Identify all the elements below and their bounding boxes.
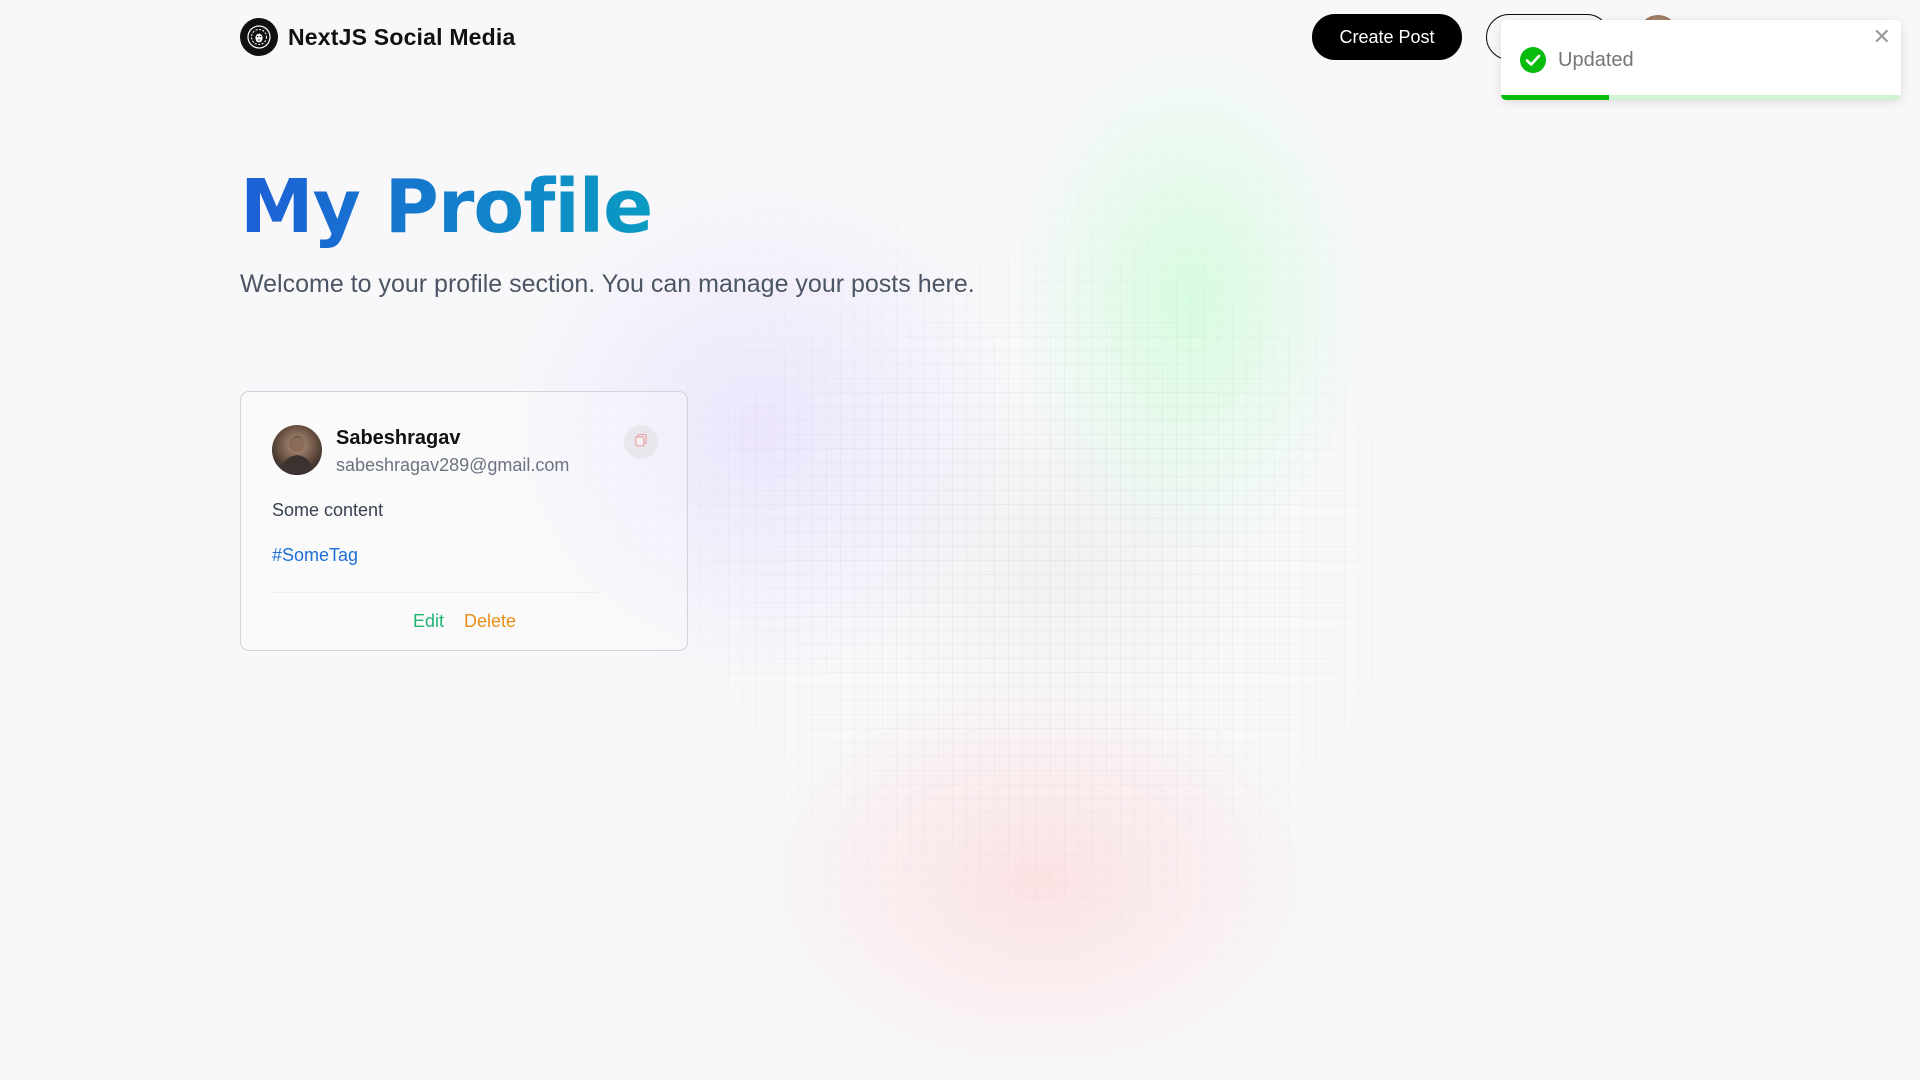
- navbar: NextJS Social Media Create Post: [240, 14, 1680, 62]
- post-content: Some content: [272, 500, 384, 520]
- close-icon[interactable]: ✕: [1873, 26, 1891, 48]
- lion-logo-icon: [240, 18, 278, 56]
- create-post-button[interactable]: Create Post: [1312, 14, 1462, 60]
- post-author-avatar[interactable]: [272, 425, 322, 475]
- edit-button[interactable]: Edit: [413, 611, 444, 632]
- toast-message: Updated: [1558, 49, 1634, 71]
- post-author-email: sabeshragav289@gmail.com: [336, 455, 570, 475]
- toast-notification: Updated ✕: [1501, 20, 1901, 100]
- card-divider: [272, 592, 598, 593]
- page-title: My Profile: [240, 164, 653, 250]
- copy-button[interactable]: [624, 425, 658, 459]
- post-author-name[interactable]: Sabeshragav: [336, 427, 461, 450]
- post-tag[interactable]: #SomeTag: [272, 545, 358, 566]
- toast-progress-bar: [1501, 95, 1609, 100]
- check-circle-icon: [1519, 46, 1547, 74]
- brand-name: NextJS Social Media: [288, 23, 516, 50]
- page-description: Welcome to your profile section. You can…: [240, 270, 975, 298]
- toast-progress-track: [1501, 95, 1901, 100]
- brand-link[interactable]: NextJS Social Media: [240, 18, 516, 56]
- post-card: Sabeshragav sabeshragav289@gmail.com Som…: [240, 391, 688, 651]
- delete-button[interactable]: Delete: [464, 611, 516, 632]
- copy-icon: [634, 433, 648, 452]
